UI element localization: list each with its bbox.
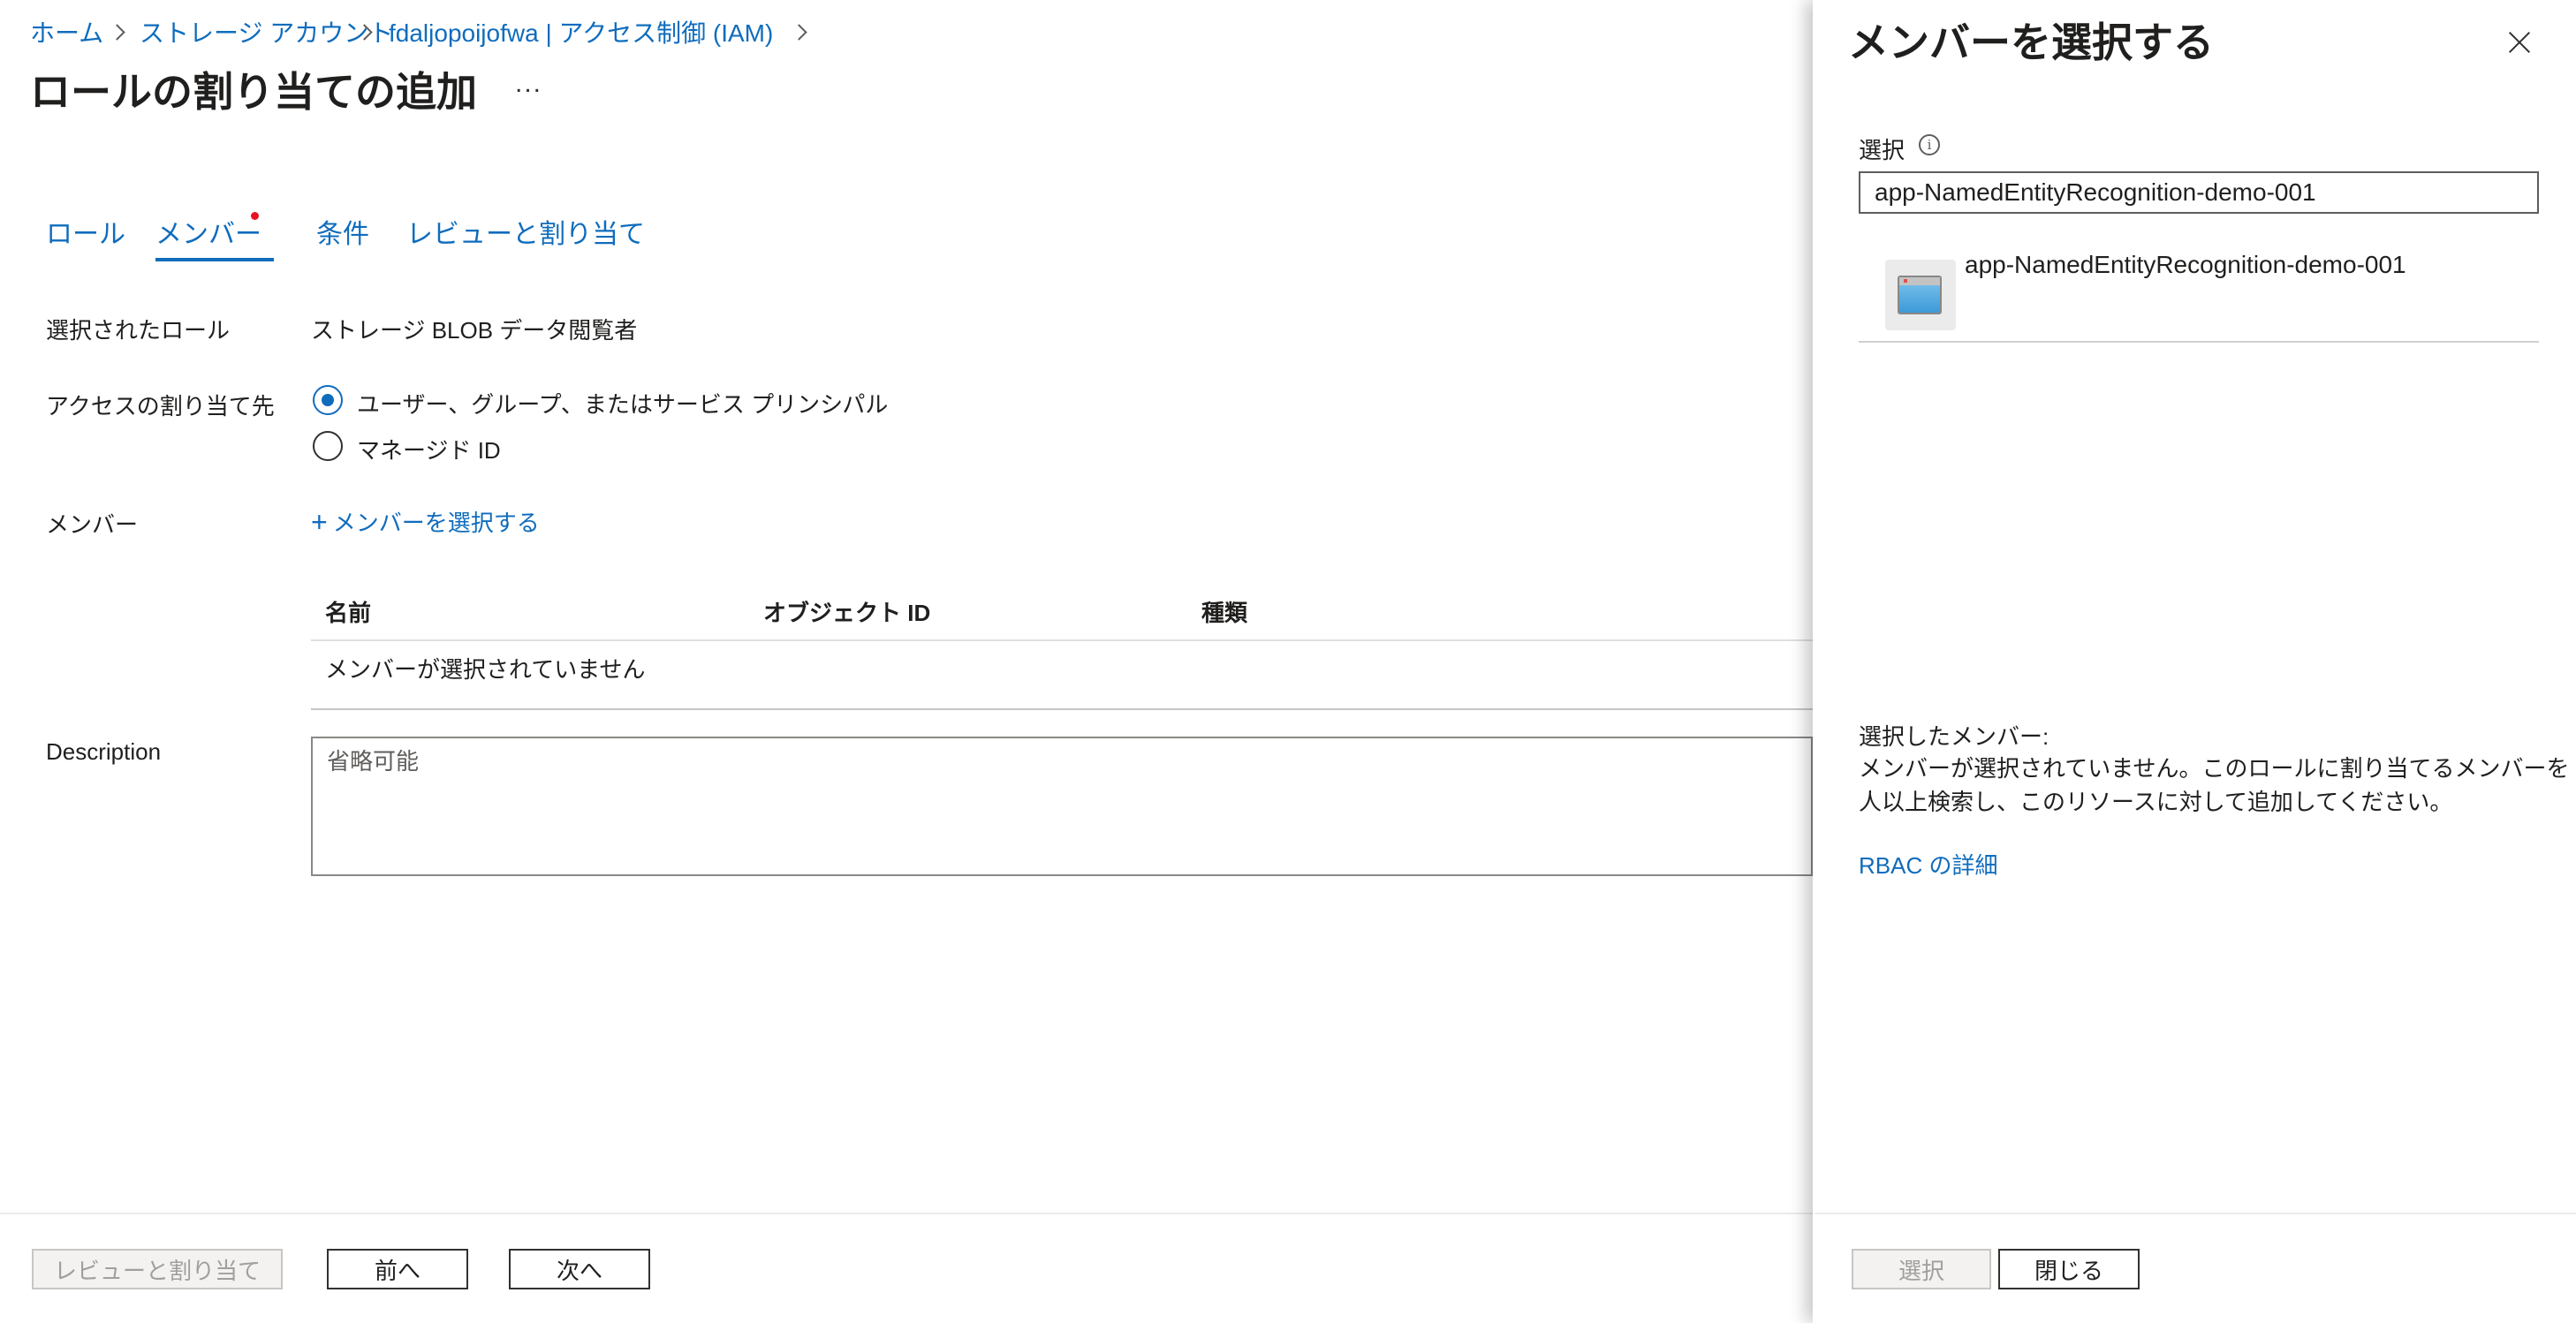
- result-divider: [1859, 341, 2539, 343]
- selected-members-heading: 選択したメンバー:: [1859, 723, 2049, 750]
- selected-members-message-line2: 人以上検索し、このリソースに対して追加してください。: [1859, 789, 2453, 815]
- table-bottom-divider: [311, 708, 1813, 710]
- more-options-button[interactable]: ...: [515, 69, 542, 99]
- radio-managed-identity-label[interactable]: マネージド ID: [357, 433, 501, 465]
- tab-review-assign[interactable]: レビューと割り当て: [406, 212, 645, 251]
- select-members-link[interactable]: + メンバーを選択する: [311, 505, 540, 538]
- breadcrumb-home[interactable]: ホーム: [30, 14, 103, 49]
- select-label: 選択: [1859, 137, 1905, 163]
- selected-role-label: 選択されたロール: [46, 317, 231, 344]
- radio-managed-identity[interactable]: [313, 431, 343, 461]
- panel-select-button[interactable]: 選択: [1852, 1249, 1991, 1289]
- panel-close-button[interactable]: 閉じる: [1998, 1249, 2140, 1289]
- table-header-divider: [311, 639, 1813, 641]
- radio-user-group-sp[interactable]: [313, 385, 343, 415]
- panel-title: メンバーを選択する: [1848, 19, 2214, 65]
- description-placeholder: 省略可能: [327, 748, 420, 775]
- members-label: メンバー: [46, 511, 139, 538]
- column-header-type[interactable]: 種類: [1201, 595, 1247, 628]
- search-result-name[interactable]: app-NamedEntityRecognition-demo-001: [1965, 251, 2406, 279]
- footer-divider: [0, 1213, 1815, 1214]
- previous-button[interactable]: 前へ: [327, 1249, 468, 1289]
- chevron-right-icon: [791, 24, 807, 41]
- selected-role-value: ストレージ BLOB データ閲覧者: [311, 317, 638, 344]
- required-indicator: [251, 212, 259, 220]
- selected-members-message-line1: メンバーが選択されていません。このロールに割り当てるメンバーを 1: [1859, 755, 2576, 782]
- app-registration-icon: [1885, 260, 1956, 330]
- next-button[interactable]: 次へ: [509, 1249, 650, 1289]
- page-title: ロールの割り当ての追加: [30, 69, 477, 115]
- chevron-right-icon: [109, 24, 125, 41]
- active-tab-underline: [155, 258, 274, 261]
- radio-user-group-sp-label[interactable]: ユーザー、グループ、またはサービス プリンシパル: [357, 387, 888, 420]
- description-label: Description: [46, 738, 162, 765]
- close-icon[interactable]: [2504, 26, 2535, 58]
- member-search-input[interactable]: [1859, 171, 2539, 214]
- rbac-details-link[interactable]: RBAC の詳細: [1859, 848, 1997, 881]
- column-header-object-id[interactable]: オブジェクト ID: [763, 595, 930, 628]
- table-empty-message: メンバーが選択されていません: [325, 656, 646, 683]
- column-header-name[interactable]: 名前: [325, 595, 371, 628]
- tab-role[interactable]: ロール: [46, 212, 125, 251]
- assign-access-label: アクセスの割り当て先: [46, 393, 275, 420]
- tab-members[interactable]: メンバー: [155, 212, 261, 251]
- select-members-link-label: メンバーを選択する: [332, 510, 540, 536]
- panel-footer-divider: [1815, 1213, 2576, 1214]
- tab-conditions[interactable]: 条件: [316, 212, 369, 251]
- description-textarea[interactable]: [311, 737, 1813, 876]
- review-assign-button[interactable]: レビューと割り当て: [32, 1249, 283, 1289]
- breadcrumb-iam[interactable]: fdaljopoijofwa | アクセス制御 (IAM): [389, 14, 773, 49]
- plus-icon: +: [311, 505, 328, 538]
- info-icon[interactable]: i: [1919, 134, 1940, 155]
